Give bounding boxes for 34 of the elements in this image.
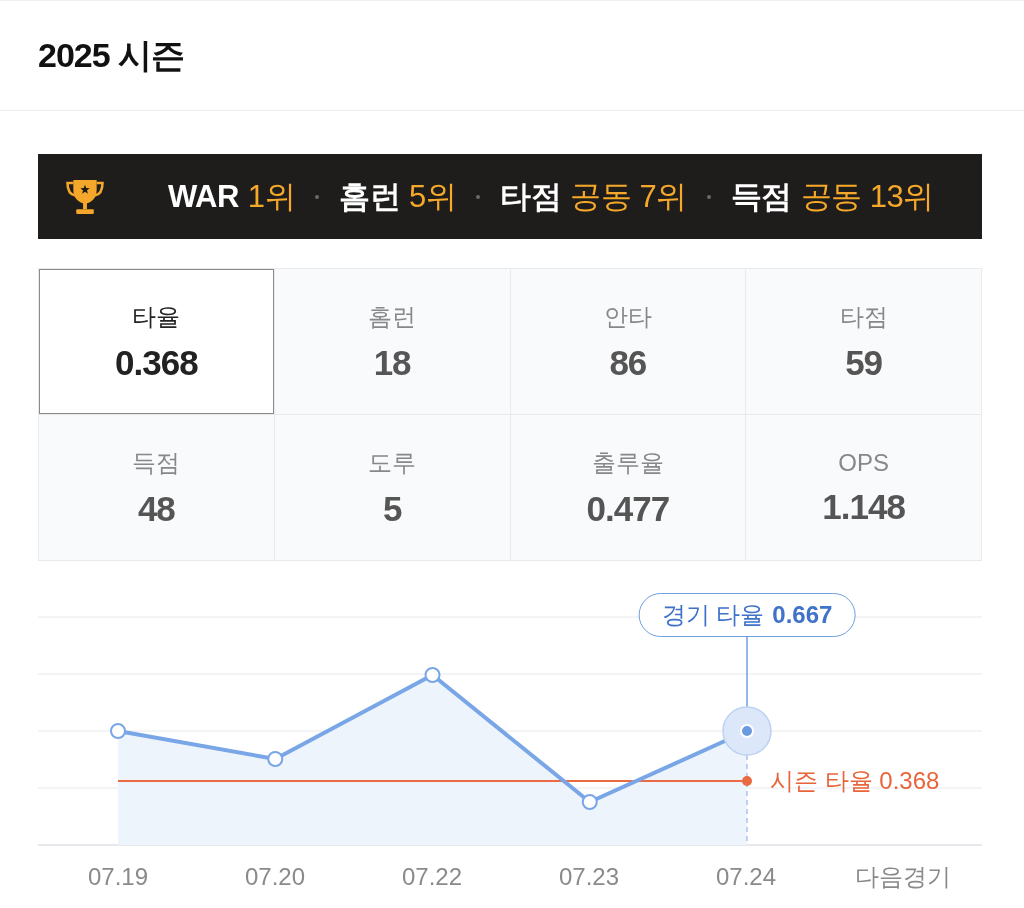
ranking-position: 공동 7위 xyxy=(570,177,687,216)
next-game-label: 다음경기 xyxy=(854,862,952,892)
ranking-position: 5위 xyxy=(409,177,457,216)
stat-tab[interactable]: 득점 48 xyxy=(39,415,274,560)
ranking-category: WAR xyxy=(168,178,239,215)
data-point[interactable] xyxy=(581,794,598,810)
date-label: 07.23 xyxy=(557,863,621,891)
data-point[interactable] xyxy=(110,723,126,739)
data-point[interactable] xyxy=(267,751,284,767)
stat-tab[interactable]: 타점 59 xyxy=(746,269,981,414)
season-average-label: 시즌 타율 0.368 xyxy=(770,766,940,796)
season-average-marker-icon xyxy=(742,776,752,786)
data-point[interactable] xyxy=(424,667,441,683)
ranking-category: 득점 xyxy=(730,177,792,216)
separator-dot-icon xyxy=(706,194,711,199)
separator-dot-icon xyxy=(476,194,481,199)
tooltip: 경기 타율 0.667 xyxy=(638,593,856,637)
stat-tab[interactable]: 도루 5 xyxy=(274,415,510,560)
date-label: 07.22 xyxy=(400,863,464,891)
ranking-position: 공동 13위 xyxy=(800,177,934,216)
stat-tab[interactable]: 안타 86 xyxy=(510,269,746,414)
stat-tab[interactable]: 타율 0.368 xyxy=(39,269,274,414)
date-label: 07.19 xyxy=(86,863,150,891)
ranking-category: 홈런 xyxy=(339,177,401,216)
stat-tab[interactable]: 출루율 0.477 xyxy=(510,415,746,560)
season-title: 2025 시즌 xyxy=(38,34,185,76)
date-label: 07.20 xyxy=(243,863,307,891)
ranking-category: 타점 xyxy=(500,177,562,216)
stat-tab[interactable]: OPS 1.148 xyxy=(746,415,981,560)
date-label: 07.24 xyxy=(714,863,778,891)
separator-dot-icon xyxy=(315,194,320,199)
stat-tab[interactable]: 홈런 18 xyxy=(274,269,510,414)
highlighted-data-point[interactable] xyxy=(722,706,772,756)
ranking-position: 1위 xyxy=(247,177,296,216)
